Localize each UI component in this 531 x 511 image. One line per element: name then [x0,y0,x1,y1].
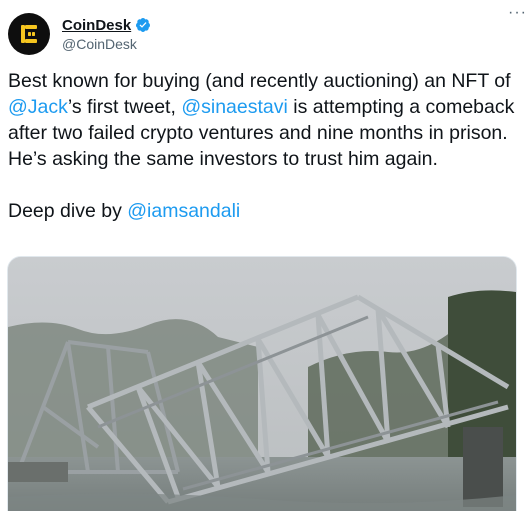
mention-sinaestavi-link[interactable]: @sinaestavi [181,96,288,118]
more-options-icon[interactable]: ··· [508,5,527,21]
mention-jack-link[interactable]: @Jack [8,96,68,118]
tweet-card[interactable]: CoinDesk @CoinDesk ··· Best known for bu… [0,0,531,511]
avatar[interactable] [8,13,50,55]
tweet-text: Best known for buying (and recently auct… [8,68,523,224]
tweet-header: CoinDesk @CoinDesk [8,12,517,56]
tweet-media-image[interactable] [7,256,517,511]
display-name[interactable]: CoinDesk [62,17,131,34]
tweet-text-segment: ’s first tweet, [67,96,182,118]
tweet-paragraph-1: Best known for buying (and recently auct… [8,68,523,172]
verified-badge-icon [136,18,151,32]
tweet-text-segment: Deep dive by [8,200,128,222]
coindesk-logo-icon [21,25,37,43]
author-handle[interactable]: @CoinDesk [62,36,151,52]
tweet-paragraph-2: Deep dive by @iamsandali [8,198,523,224]
tweet-text-segment: Best known for buying (and recently auct… [8,70,511,92]
mention-iamsandali-link[interactable]: @iamsandali [127,200,240,222]
author-info: CoinDesk @CoinDesk [62,17,151,52]
collapsed-bridge-photo [8,257,516,511]
